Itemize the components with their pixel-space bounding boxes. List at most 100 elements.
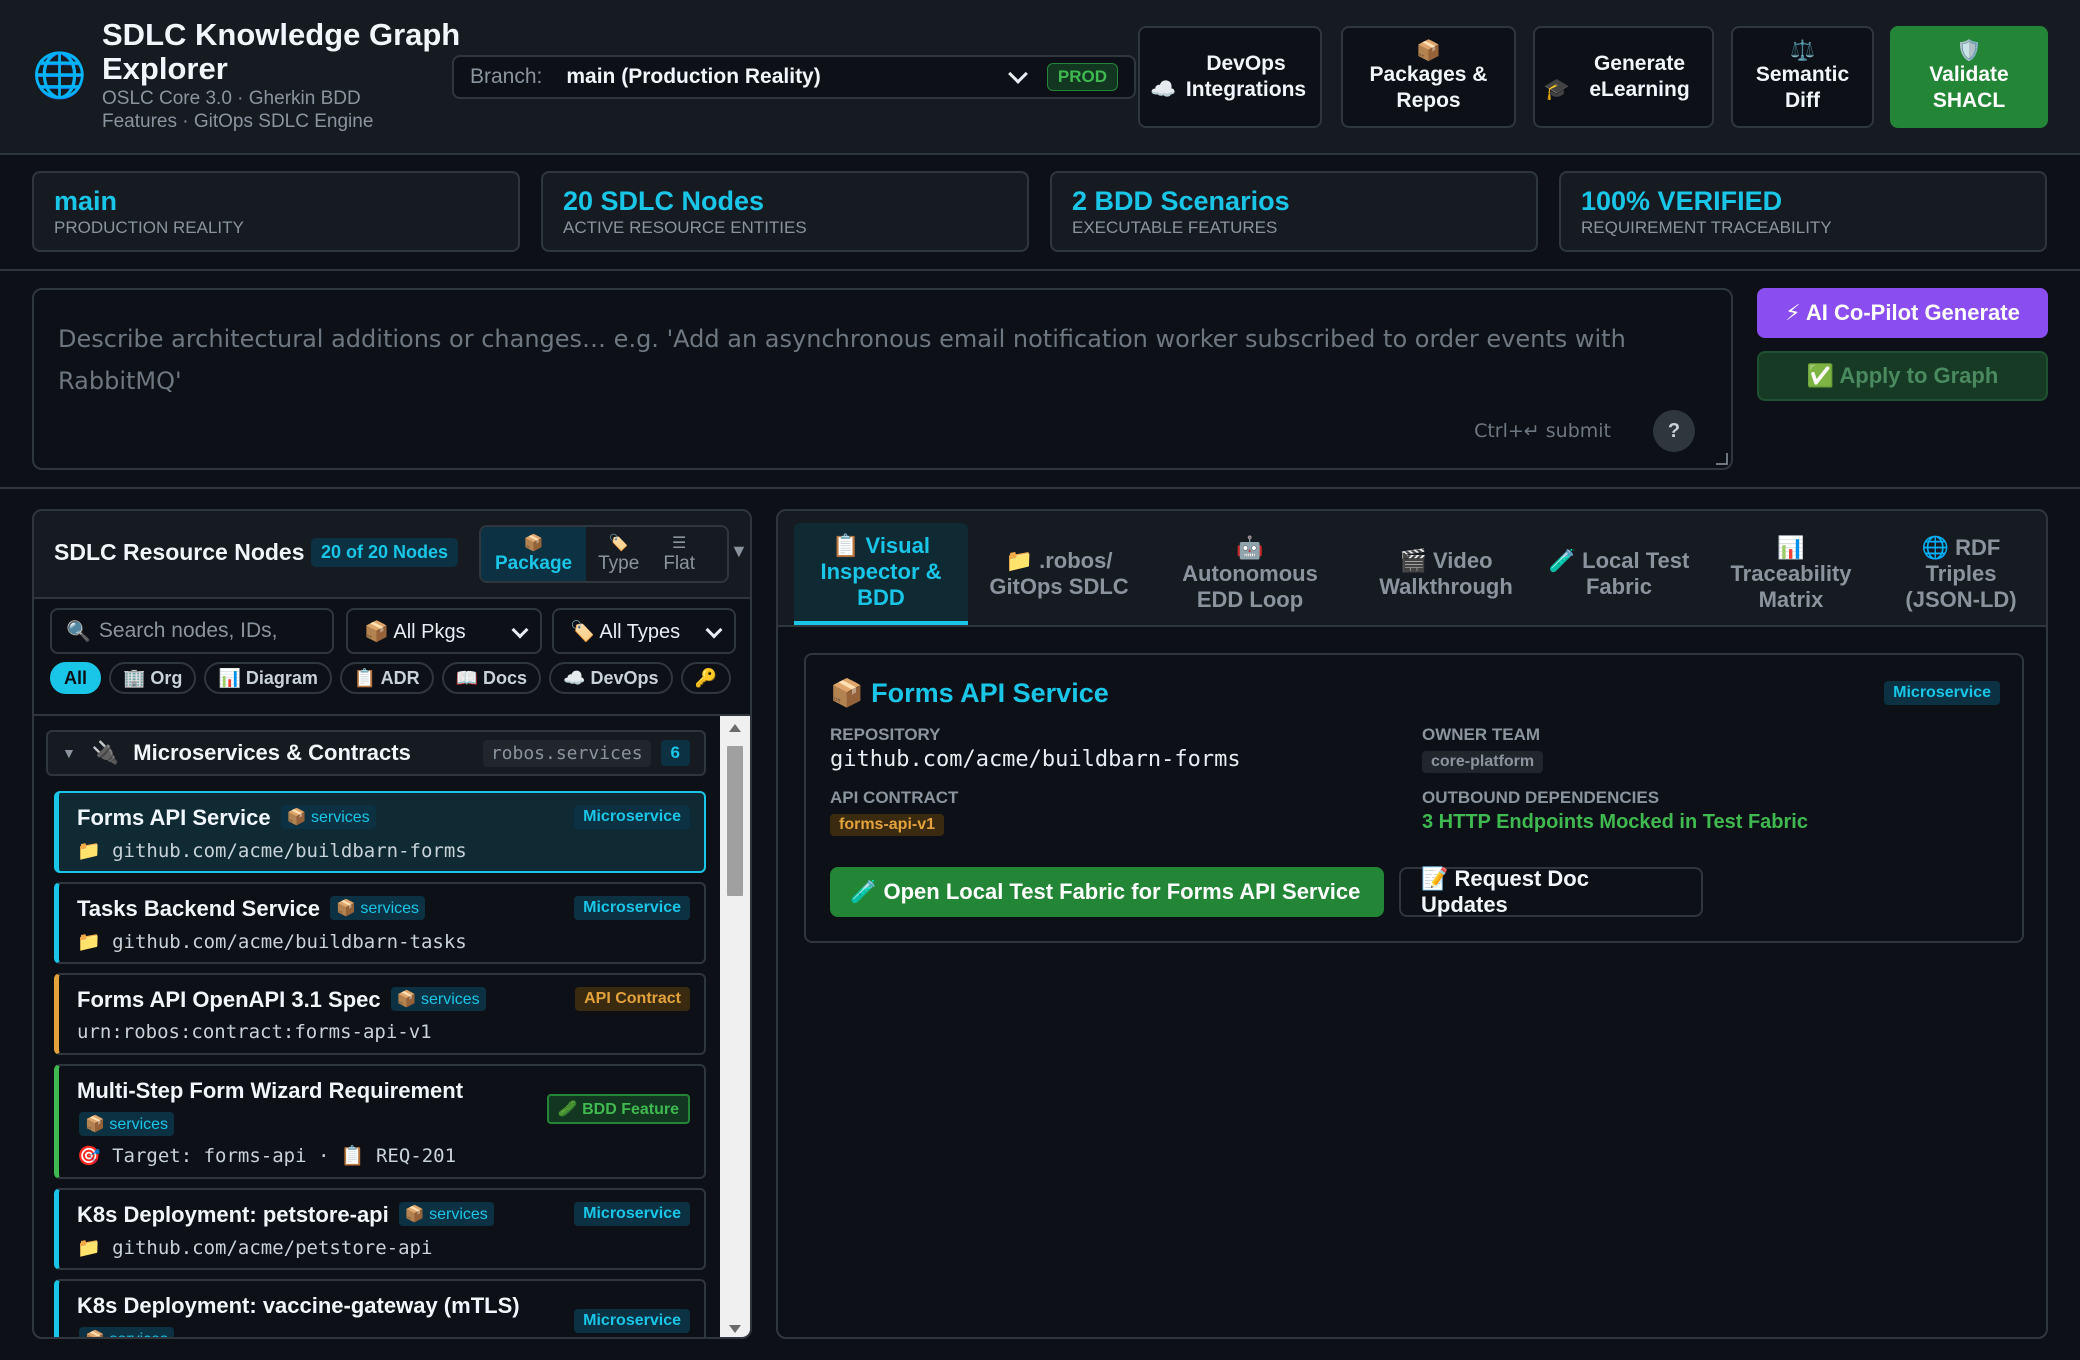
stat-label: PRODUCTION REALITY — [54, 218, 244, 237]
group-header-microservices[interactable]: ▼ 🔌 Microservices & Contracts robos.serv… — [46, 730, 706, 776]
branch-select[interactable]: Branch: main (Production Reality) PROD — [452, 55, 1136, 99]
node-search-field[interactable]: 🔍 — [50, 608, 334, 654]
list-item[interactable]: K8s Deployment: vaccine-gateway (mTLS) M… — [54, 1279, 706, 1337]
chip-diagram[interactable]: 📊 Diagram — [204, 662, 332, 694]
tag-icon: 🏷️ — [608, 535, 629, 552]
type-badge: 🥒 BDD Feature — [546, 1094, 690, 1124]
tab-video-walkthrough[interactable]: 🎬 Video Walkthrough — [1354, 523, 1538, 625]
list-item[interactable]: K8s Deployment: petstore-api 📦 services M… — [54, 1188, 706, 1270]
list-item[interactable]: Forms API OpenAPI 3.1 Spec 📦 services API… — [54, 973, 706, 1055]
tab-visual-inspector[interactable]: 📋 Visual Inspector & BDD — [794, 523, 968, 625]
resize-handle[interactable] — [1716, 453, 1728, 465]
chip-docs[interactable]: 📖 Docs — [441, 662, 542, 694]
semantic-diff-button[interactable]: ⚖️ Semantic Diff — [1731, 26, 1874, 128]
collapse-caret-icon[interactable]: ▼ — [730, 541, 748, 562]
open-test-fabric-button[interactable]: 🧪 Open Local Test Fabric for Forms API S… — [830, 867, 1384, 917]
chart-icon: 📊 — [1777, 535, 1805, 560]
branch-label: Branch: — [470, 65, 543, 88]
chip-all[interactable]: All — [50, 662, 102, 694]
list-scrollbar[interactable] — [720, 716, 750, 1337]
item-name: Multi-Step Form Wizard Requirement — [77, 1078, 464, 1103]
tab-edd-loop[interactable]: 🤖 Autonomous EDD Loop — [1152, 523, 1348, 625]
packages-repos-button[interactable]: 📦 Packages & Repos — [1341, 26, 1516, 128]
node-detail-card: 📦 Forms API Service Microservice REPOSIT… — [804, 653, 2024, 943]
list-item[interactable]: Multi-Step Form Wizard Requirement 📦 ser… — [54, 1064, 706, 1179]
group-namespace: robos.services — [482, 739, 651, 767]
chevron-down-icon — [705, 621, 723, 639]
shield-icon: 🛡️ — [1956, 40, 1982, 62]
chip-devops[interactable]: ☁️ DevOps — [549, 662, 673, 694]
globe-icon: 🌐 — [32, 51, 87, 100]
devops-integrations-button[interactable]: ☁️ DevOps Integrations — [1138, 26, 1322, 128]
app-title: SDLC Knowledge Graph Explorer — [102, 17, 461, 86]
group-by-package-button[interactable]: 📦 Package — [481, 527, 587, 581]
stat-value: 20 SDLC Nodes — [563, 186, 765, 216]
tab-local-test-fabric[interactable]: 🧪 Local Test Fabric — [1544, 523, 1694, 625]
devops-label: ☁️ DevOps Integrations — [1150, 52, 1307, 101]
stat-bdd: 2 BDD Scenarios EXECUTABLE FEATURES — [1050, 171, 1538, 252]
packages-repos-label: Packages & Repos — [1369, 63, 1488, 112]
group-name: Microservices & Contracts — [133, 740, 411, 765]
request-doc-updates-button[interactable]: 📝 Request Doc Updates — [1399, 866, 1703, 917]
api-contract-value: forms-api-v1 — [830, 814, 945, 836]
elearning-label: 🎓 Generate eLearning — [1543, 52, 1690, 101]
semantic-diff-label: Semantic Diff — [1755, 63, 1850, 112]
type-badge: Microservice — [574, 1309, 690, 1333]
item-name: K8s Deployment: petstore-api 📦 services — [77, 1202, 494, 1228]
list-icon: ☰ — [672, 535, 687, 552]
test-tube-icon: 🧪 Local Test Fabric — [1548, 548, 1690, 599]
type-badge: Microservice — [574, 1202, 690, 1226]
scroll-down-icon[interactable] — [729, 1325, 741, 1333]
package-icon: 📦 — [523, 535, 544, 552]
app-header: 🌐 SDLC Knowledge Graph Explorer OSLC Cor… — [0, 0, 2080, 155]
node-search-input[interactable] — [98, 619, 329, 643]
validate-shacl-button[interactable]: 🛡️ Validate SHACL — [1890, 26, 2048, 128]
stat-label: ACTIVE RESOURCE ENTITIES — [563, 218, 807, 237]
scroll-thumb[interactable] — [727, 746, 743, 896]
flat-list-button[interactable]: ☰ Flat — [651, 527, 707, 581]
detail-tabs: 📋 Visual Inspector & BDD 📁 .robos/ GitOp… — [778, 511, 2046, 627]
package-tag: 📦 services — [280, 805, 376, 829]
ai-copilot-generate-button[interactable]: ⚡ AI Co-Pilot Generate — [1757, 288, 2048, 338]
validate-shacl-label: Validate SHACL — [1929, 63, 2009, 112]
stat-nodes: 20 SDLC Nodes ACTIVE RESOURCE ENTITIES — [541, 171, 1029, 252]
chip-org[interactable]: 🏢 Org — [109, 662, 197, 694]
type-filter-value: 🏷️ All Types — [570, 620, 681, 643]
clapper-icon: 🎬 Video Walkthrough — [1379, 548, 1513, 599]
tab-rdf-triples[interactable]: 🌐 RDF Triples (JSON-LD) — [1886, 523, 2036, 625]
tab-gitops-sdlc[interactable]: 📁 .robos/ GitOps SDLC — [974, 523, 1144, 625]
detail-panel: 📋 Visual Inspector & BDD 📁 .robos/ GitOp… — [776, 509, 2048, 1339]
architecture-prompt-input[interactable]: Describe architectural additions or chan… — [32, 288, 1733, 470]
package-tag: 📦 services — [398, 1202, 494, 1226]
stats-bar: main PRODUCTION REALITY 20 SDLC Nodes AC… — [0, 157, 2080, 271]
cloud-icon: ☁️ — [1150, 78, 1177, 101]
globe-icon: 🌐 RDF Triples (JSON-LD) — [1905, 535, 2017, 612]
panel-title: SDLC Resource Nodes — [54, 539, 305, 565]
list-item[interactable]: Tasks Backend Service 📦 services Microser… — [54, 882, 706, 964]
chip-adr[interactable]: 📋 ADR — [339, 662, 434, 694]
node-title: 📦 Forms API Service — [830, 678, 1109, 708]
help-button[interactable]: ? — [1653, 410, 1695, 452]
list-item[interactable]: Forms API Service 📦 services Microservice… — [54, 791, 706, 873]
type-badge: Microservice — [1884, 681, 2000, 705]
generate-elearning-button[interactable]: 🎓 Generate eLearning — [1533, 26, 1714, 128]
search-icon: 🔍 — [66, 620, 91, 643]
chevron-down-icon — [1007, 64, 1028, 84]
divider — [0, 487, 2080, 489]
item-name: K8s Deployment: vaccine-gateway (mTLS) — [77, 1293, 520, 1318]
prod-badge: PROD — [1046, 63, 1118, 91]
item-name: Forms API OpenAPI 3.1 Spec 📦 services — [77, 987, 486, 1013]
package-tag: 📦 services — [79, 1112, 175, 1136]
package-filter-select[interactable]: 📦 All Pkgs — [346, 608, 542, 654]
dependencies-value: 3 HTTP Endpoints Mocked in Test Fabric — [1422, 811, 1808, 833]
group-by-type-button[interactable]: 🏷️ Type — [586, 527, 651, 581]
scroll-up-icon[interactable] — [729, 724, 741, 732]
robot-icon: 🤖 — [1236, 535, 1264, 560]
tab-traceability-matrix[interactable]: 📊 Traceability Matrix — [1702, 523, 1880, 625]
item-repo: 📁 github.com/acme/petstore-api — [77, 1237, 433, 1259]
type-filter-select[interactable]: 🏷️ All Types — [552, 608, 736, 654]
chip-secrets[interactable]: 🔑 — [680, 662, 731, 694]
stat-value: main — [54, 186, 118, 216]
apply-to-graph-button[interactable]: ✅ Apply to Graph — [1757, 351, 2048, 401]
resource-nodes-panel: SDLC Resource Nodes 20 of 20 Nodes 📦 Pac… — [32, 509, 752, 1339]
